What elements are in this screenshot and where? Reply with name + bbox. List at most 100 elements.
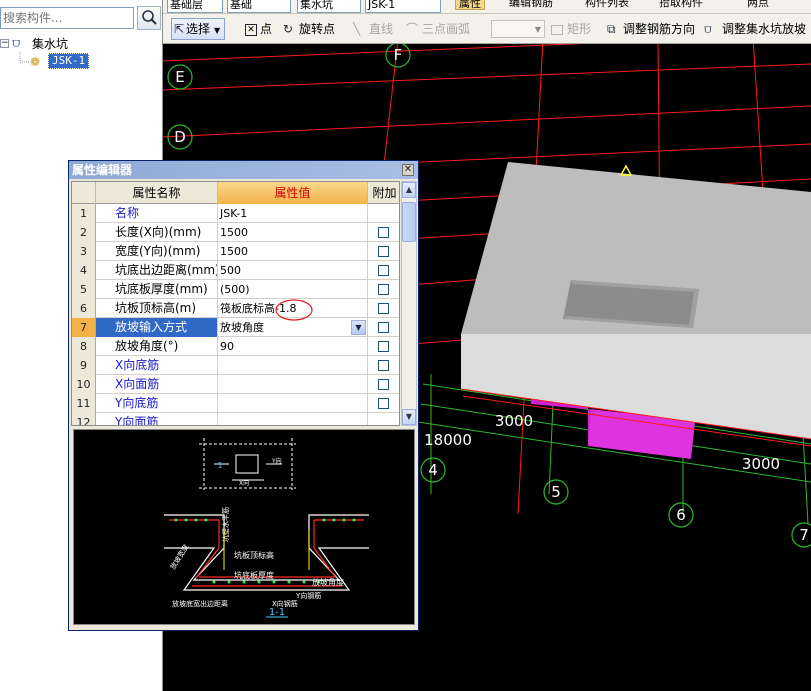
property-row[interactable]: 1 名称 JSK-1: [72, 204, 399, 223]
attach-checkbox[interactable]: [378, 227, 389, 238]
draw-toolbar: ⇱ 选择 ▼ ✕ 点 ↻ 旋转点 ╲ 直线 ⌒ 三点画弧 ▼ 矩形 ⧉ 调整钢筋方向 ⩌ 调整集…: [163, 14, 811, 44]
property-value[interactable]: [218, 413, 368, 425]
select-button[interactable]: ⇱ 选择 ▼: [171, 18, 226, 40]
property-row[interactable]: 2 长度(X向)(mm) 1500: [72, 223, 399, 242]
row-number: 1: [72, 204, 96, 223]
arc-mode-select[interactable]: ▼: [491, 20, 545, 38]
property-name: 坑板顶标高(m): [96, 299, 218, 318]
property-value[interactable]: [218, 356, 368, 375]
properties-button[interactable]: 属性: [455, 0, 485, 10]
adjust-rebar-direction-button[interactable]: ⧉ 调整钢筋方向: [607, 14, 695, 43]
property-row[interactable]: 8 放坡角度(°) 90: [72, 337, 399, 356]
axis-label-5: 5: [551, 483, 561, 501]
edit-rebar-button[interactable]: 编辑钢筋: [509, 0, 553, 10]
three-point-arc-button-label: 三点画弧: [422, 22, 471, 36]
floor-select[interactable]: 基础层: [167, 0, 223, 13]
search-placeholder: 搜索构件...: [3, 11, 63, 25]
search-icon: [142, 10, 157, 25]
close-button[interactable]: ✕: [402, 164, 414, 176]
property-row[interactable]: 10 X向面筋: [72, 375, 399, 394]
property-name: 长度(X向)(mm): [96, 223, 218, 242]
point-button-label: 点: [260, 22, 273, 36]
rectangle-button[interactable]: 矩形: [551, 14, 592, 43]
three-point-arc-button[interactable]: ⌒ 三点画弧: [406, 14, 471, 43]
rotate-point-button[interactable]: ↻ 旋转点: [283, 14, 335, 43]
attach-checkbox[interactable]: [378, 398, 389, 409]
property-row[interactable]: 11 Y向底筋: [72, 394, 399, 413]
attach-checkbox[interactable]: [378, 379, 389, 390]
property-name: 坑底出边距离(mm): [96, 261, 218, 280]
property-row[interactable]: 4 坑底出边距离(mm) 500: [72, 261, 399, 280]
property-row[interactable]: 12 Y向面筋: [72, 413, 399, 425]
arc-icon: ⌒: [406, 22, 419, 36]
pick-component-button[interactable]: 拾取构件: [659, 0, 703, 10]
label-bottom-thick: 坑底板厚度: [234, 570, 274, 580]
property-value[interactable]: JSK-1: [218, 204, 368, 223]
column-name-header[interactable]: 属性名称: [96, 182, 218, 204]
property-name: X向面筋: [96, 375, 218, 394]
attach-checkbox[interactable]: [378, 265, 389, 276]
property-row[interactable]: 5 坑底板厚度(mm) (500): [72, 280, 399, 299]
component-list-button[interactable]: 构件列表: [585, 0, 629, 10]
attach-checkbox[interactable]: [378, 284, 389, 295]
category-select[interactable]: 基础: [227, 0, 291, 13]
chevron-down-icon[interactable]: ▼: [351, 320, 366, 335]
attach-checkbox[interactable]: [378, 322, 389, 333]
plan-section-label: 1: [217, 461, 222, 470]
property-row[interactable]: 9 X向底筋: [72, 356, 399, 375]
column-extra-header[interactable]: 附加: [368, 182, 399, 204]
two-point-button[interactable]: 两点: [747, 0, 769, 10]
dimension-3000-b: 3000: [742, 455, 780, 473]
property-row[interactable]: 6 坑板顶标高(m) 筏板底标高-1.8: [72, 299, 399, 318]
attach-checkbox[interactable]: [378, 303, 389, 314]
top-toolbar: 基础层 基础 集水坑 JSK-1 属性 编辑钢筋 构件列表 拾取构件 两点: [163, 0, 811, 14]
attach-checkbox[interactable]: [378, 360, 389, 371]
line-button-label: 直线: [369, 22, 394, 36]
point-button[interactable]: ✕ 点: [245, 14, 273, 43]
chevron-down-icon: ▼: [405, 412, 413, 421]
select-button-label: 选择: [186, 22, 211, 36]
property-value[interactable]: 90: [218, 337, 368, 356]
scroll-down-button[interactable]: ▼: [402, 409, 416, 425]
category-select-value: 基础: [230, 0, 252, 11]
adjust-sump-slope-button[interactable]: ⩌ 调整集水坑放坡: [704, 14, 806, 43]
property-editor-titlebar[interactable]: 属性编辑器 ✕: [69, 161, 418, 179]
axis-label-6: 6: [676, 506, 686, 524]
property-value[interactable]: 1500: [218, 223, 368, 242]
property-value[interactable]: 500: [218, 261, 368, 280]
attach-checkbox[interactable]: [378, 246, 389, 257]
property-value[interactable]: (500): [218, 280, 368, 299]
label-slope-width: 放坡宽度: [168, 543, 190, 572]
section-preview: 1 Y向 X向 坑板顶标高 坑底板厚度 放坡角度 Y向钢筋 X向钢筋 放坡底宽出…: [73, 429, 415, 625]
search-button[interactable]: [137, 6, 161, 30]
component-select-value: JSK-1: [368, 0, 396, 11]
scroll-up-button[interactable]: ▲: [402, 182, 416, 198]
chevron-down-icon: ▼: [214, 26, 221, 35]
scroll-thumb[interactable]: [402, 202, 416, 242]
column-value-header[interactable]: 属性值: [218, 182, 368, 204]
axis-label-f: F: [394, 46, 403, 64]
plan-dim-x: X向: [239, 479, 249, 487]
row-number: 10: [72, 375, 96, 394]
chevron-up-icon: ▲: [405, 185, 413, 194]
row-number: 8: [72, 337, 96, 356]
component-select[interactable]: JSK-1: [365, 0, 441, 13]
property-grid-header: 属性名称 属性值 附加: [72, 182, 399, 204]
annotation-circle: [275, 299, 313, 321]
property-scrollbar[interactable]: ▲ ▼: [401, 181, 417, 426]
property-value[interactable]: 1500: [218, 242, 368, 261]
type-select[interactable]: 集水坑: [297, 0, 361, 13]
rectangle-button-label: 矩形: [567, 22, 592, 36]
search-input[interactable]: 搜索构件...: [0, 7, 134, 29]
row-number: 12: [72, 413, 96, 425]
line-button[interactable]: ╲ 直线: [353, 14, 394, 43]
floor-select-value: 基础层: [170, 0, 203, 11]
property-value[interactable]: [218, 394, 368, 413]
attach-checkbox[interactable]: [378, 341, 389, 352]
property-editor-window[interactable]: 属性编辑器 ✕ 属性名称 属性值 附加 1 名称 JSK-1 2 长度(X向)(mm) 1…: [68, 160, 419, 631]
property-row[interactable]: 3 宽度(Y向)(mm) 1500: [72, 242, 399, 261]
property-value[interactable]: [218, 375, 368, 394]
property-row[interactable]: 7 放坡输入方式 放坡角度 ▼: [72, 318, 399, 337]
row-number: 11: [72, 394, 96, 413]
property-name: 坑底板厚度(mm): [96, 280, 218, 299]
